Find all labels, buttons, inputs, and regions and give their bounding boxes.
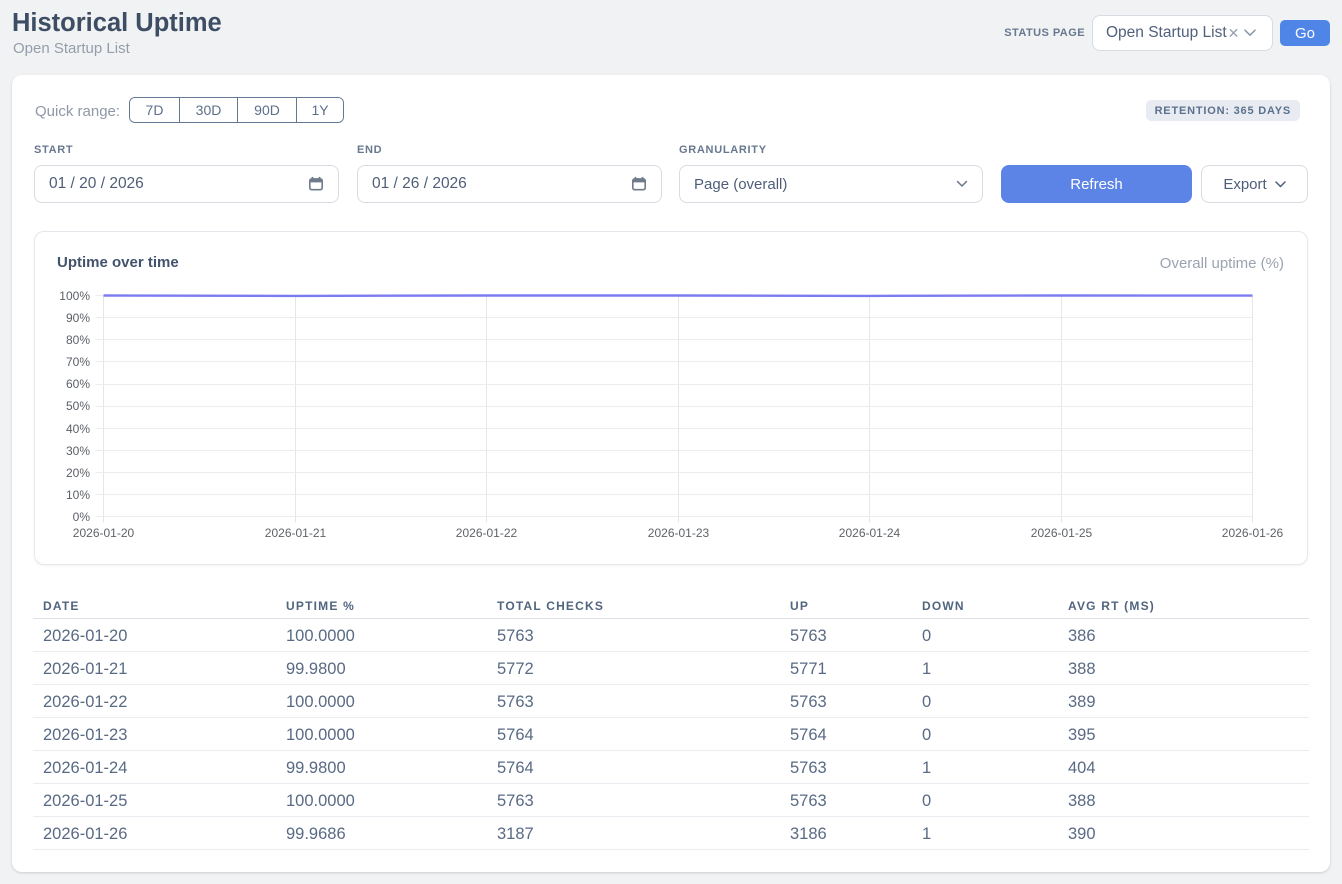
svg-text:100%: 100% (59, 289, 90, 303)
svg-text:30%: 30% (66, 444, 90, 458)
svg-text:2026-01-21: 2026-01-21 (265, 526, 327, 540)
svg-text:0%: 0% (73, 510, 91, 524)
svg-text:40%: 40% (66, 422, 90, 436)
svg-text:70%: 70% (66, 355, 90, 369)
svg-text:2026-01-23: 2026-01-23 (648, 526, 710, 540)
svg-text:60%: 60% (66, 377, 90, 391)
svg-text:2026-01-25: 2026-01-25 (1031, 526, 1093, 540)
svg-text:50%: 50% (66, 399, 90, 413)
svg-text:90%: 90% (66, 311, 90, 325)
svg-text:2026-01-20: 2026-01-20 (73, 526, 135, 540)
svg-text:2026-01-26: 2026-01-26 (1222, 526, 1284, 540)
svg-text:10%: 10% (66, 488, 90, 502)
svg-text:2026-01-22: 2026-01-22 (456, 526, 518, 540)
svg-text:2026-01-24: 2026-01-24 (839, 526, 901, 540)
svg-text:80%: 80% (66, 333, 90, 347)
svg-text:20%: 20% (66, 466, 90, 480)
